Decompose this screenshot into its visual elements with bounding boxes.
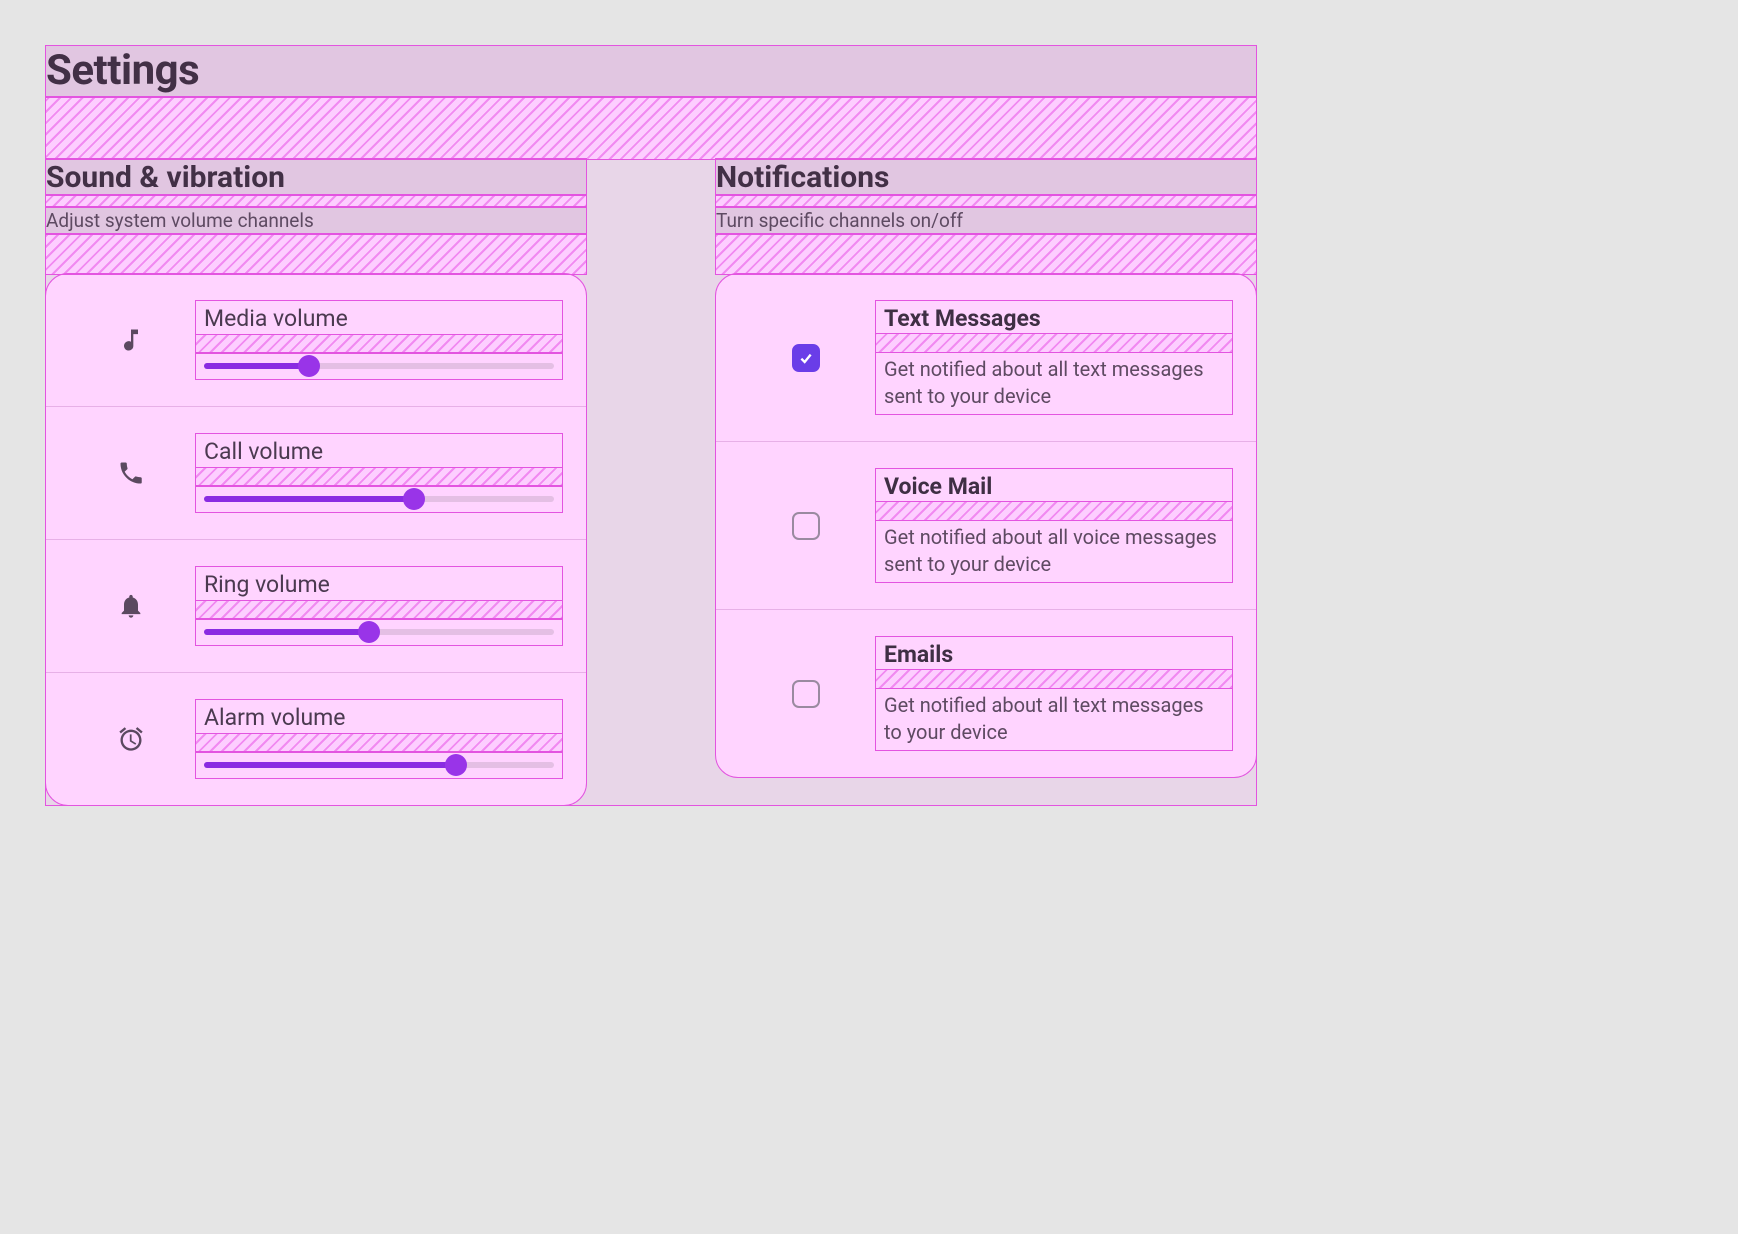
notification-body: Emails Get notified about all text messa… [876, 637, 1232, 750]
notification-title: Voice Mail [876, 469, 1232, 502]
settings-page: Settings Sound & vibration Adjust system… [46, 46, 1256, 805]
call-volume-slider[interactable] [196, 486, 562, 512]
checkbox-slot [736, 680, 876, 708]
slider-label: Alarm volume [196, 700, 562, 734]
notifications-card: Text Messages Get notified about all tex… [716, 274, 1256, 777]
section-spacer [46, 195, 586, 207]
sound-card: Media volume [46, 274, 586, 805]
list-item: Media volume [46, 274, 586, 407]
voice-mail-checkbox[interactable] [792, 512, 820, 540]
list-item: Text Messages Get notified about all tex… [716, 274, 1256, 442]
music-note-icon [66, 326, 196, 354]
slider-label: Ring volume [196, 567, 562, 601]
row-spacer [196, 601, 562, 619]
row-spacer [876, 502, 1232, 520]
text-messages-checkbox[interactable] [792, 344, 820, 372]
section-spacer [46, 234, 586, 274]
ring-volume-slider[interactable] [196, 619, 562, 645]
notification-title: Text Messages [876, 301, 1232, 334]
row-spacer [196, 468, 562, 486]
notification-desc: Get notified about all voice messages se… [876, 520, 1232, 582]
section-title: Notifications [716, 159, 1256, 195]
section-title: Sound & vibration [46, 159, 586, 195]
section-subtitle-row: Adjust system volume channels [46, 207, 586, 234]
section-spacer [716, 234, 1256, 274]
section-header: Sound & vibration [46, 159, 586, 195]
slider-body: Ring volume [196, 567, 562, 645]
section-subtitle-row: Turn specific channels on/off [716, 207, 1256, 234]
checkbox-slot [736, 512, 876, 540]
sound-section: Sound & vibration Adjust system volume c… [46, 159, 586, 805]
alarm-icon [66, 725, 196, 753]
row-spacer [876, 670, 1232, 688]
slider-label: Call volume [196, 434, 562, 468]
emails-checkbox[interactable] [792, 680, 820, 708]
bell-icon [66, 592, 196, 620]
phone-icon [66, 459, 196, 487]
row-spacer [196, 734, 562, 752]
list-item: Alarm volume [46, 673, 586, 805]
page-title: Settings [46, 46, 1256, 97]
notification-desc: Get notified about all text messages to … [876, 688, 1232, 750]
slider-body: Call volume [196, 434, 562, 512]
notification-desc: Get notified about all text messages sen… [876, 352, 1232, 414]
list-item: Voice Mail Get notified about all voice … [716, 442, 1256, 610]
notification-body: Text Messages Get notified about all tex… [876, 301, 1232, 414]
list-item: Call volume [46, 407, 586, 540]
list-item: Emails Get notified about all text messa… [716, 610, 1256, 777]
header-spacer [46, 97, 1256, 159]
page-header: Settings [46, 46, 1256, 97]
notification-body: Voice Mail Get notified about all voice … [876, 469, 1232, 582]
row-spacer [196, 335, 562, 353]
list-item: Ring volume [46, 540, 586, 673]
section-subtitle: Adjust system volume channels [46, 207, 586, 234]
columns: Sound & vibration Adjust system volume c… [46, 159, 1256, 805]
media-volume-slider[interactable] [196, 353, 562, 379]
section-header: Notifications [716, 159, 1256, 195]
slider-body: Media volume [196, 301, 562, 379]
checkbox-slot [736, 344, 876, 372]
slider-body: Alarm volume [196, 700, 562, 778]
notifications-section: Notifications Turn specific channels on/… [716, 159, 1256, 805]
slider-label: Media volume [196, 301, 562, 335]
section-subtitle: Turn specific channels on/off [716, 207, 1256, 234]
row-spacer [876, 334, 1232, 352]
section-spacer [716, 195, 1256, 207]
alarm-volume-slider[interactable] [196, 752, 562, 778]
notification-title: Emails [876, 637, 1232, 670]
